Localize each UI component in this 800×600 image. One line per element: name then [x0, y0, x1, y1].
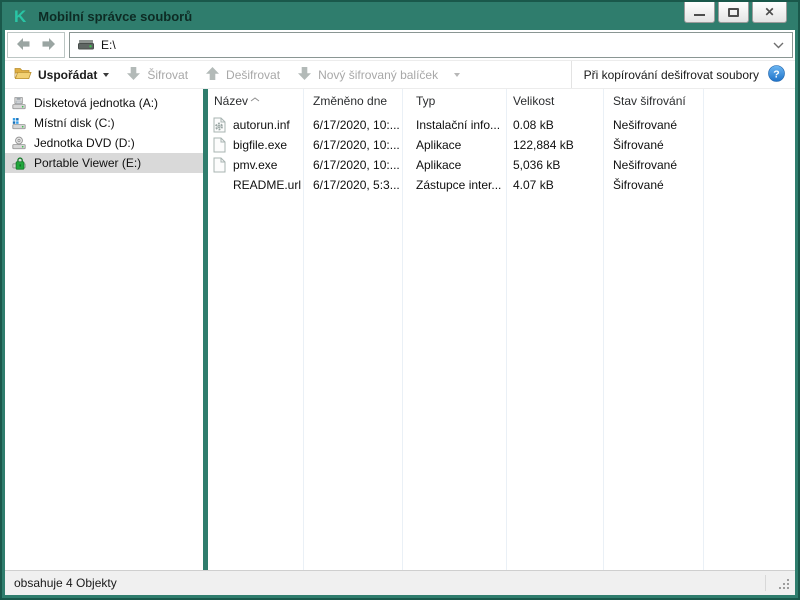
sidebar-item-label: Disketová jednotka (A:): [34, 96, 159, 110]
chevron-down-icon: [103, 72, 110, 77]
setup-information-file-icon: [212, 117, 226, 133]
file-encryption-status: Šifrované: [613, 178, 664, 192]
maximize-button[interactable]: [718, 2, 749, 23]
new-encrypted-package-button[interactable]: Nový šifrovaný balíček: [297, 66, 461, 84]
column-header-modified[interactable]: Změněno dne: [303, 94, 402, 108]
sidebar-item-label: Jednotka DVD (D:): [34, 136, 135, 150]
file-encryption-status: Šifrované: [613, 138, 664, 152]
new-encrypted-package-label: Nový šifrovaný balíček: [318, 67, 439, 82]
file-icon: [212, 137, 226, 153]
arrow-down-icon: [297, 66, 312, 84]
resize-grip[interactable]: [779, 579, 791, 591]
file-size: 122,884 kB: [513, 138, 574, 152]
file-rows: autorun.inf 6/17/2020, 10:... Instalační…: [208, 115, 795, 195]
minimize-icon: [694, 14, 705, 16]
minimize-button[interactable]: [684, 2, 715, 23]
file-encryption-status: Nešifrované: [613, 158, 678, 172]
sidebar-item-drive-c[interactable]: Místní disk (C:): [5, 113, 203, 133]
forward-button[interactable]: [40, 37, 56, 54]
sidebar-item-drive-d[interactable]: Jednotka DVD (D:): [5, 133, 203, 153]
file-name: autorun.inf: [233, 118, 290, 132]
dvd-drive-icon: [12, 135, 26, 151]
file-size: 0.08 kB: [513, 118, 554, 132]
column-header-name[interactable]: Název: [208, 94, 303, 108]
app-window: K Mobilní správce souborů ✕ E:\ Uspořáda…: [0, 0, 800, 600]
address-row: E:\: [5, 30, 795, 61]
file-modified: 6/17/2020, 10:...: [313, 138, 400, 152]
blank-icon: [212, 177, 226, 193]
file-type: Aplikace: [416, 158, 462, 172]
address-dropdown-button[interactable]: [773, 42, 784, 49]
file-modified: 6/17/2020, 5:3...: [313, 178, 400, 192]
titlebar[interactable]: K Mobilní správce souborů ✕: [5, 2, 795, 30]
sidebar-item-drive-a[interactable]: Disketová jednotka (A:): [5, 93, 203, 113]
file-name: bigfile.exe: [233, 138, 288, 152]
floppy-drive-icon: [12, 95, 26, 111]
file-type: Instalační info...: [416, 118, 501, 132]
file-name: README.url: [233, 178, 302, 192]
file-type: Aplikace: [416, 138, 462, 152]
encrypt-label: Šifrovat: [147, 67, 189, 82]
folder-icon: [14, 66, 32, 83]
table-row[interactable]: autorun.inf 6/17/2020, 10:... Instalační…: [208, 115, 795, 135]
table-row[interactable]: bigfile.exe 6/17/2020, 10:... Aplikace 1…: [208, 135, 795, 155]
local-disk-icon: [12, 115, 26, 131]
column-header-size[interactable]: Velikost: [506, 94, 603, 108]
file-icon: [212, 157, 226, 173]
window-controls: ✕: [684, 2, 787, 23]
address-value: E:\: [101, 38, 116, 52]
file-size: 4.07 kB: [513, 178, 554, 192]
decrypt-on-copy-label[interactable]: Při kopírování dešifrovat soubory: [584, 68, 759, 82]
drive-icon: [78, 37, 94, 53]
window-title: Mobilní správce souborů: [38, 8, 193, 24]
column-header-encryption-status[interactable]: Stav šifrování: [603, 94, 703, 108]
encrypted-drive-icon: [12, 155, 26, 171]
column-header-type[interactable]: Typ: [402, 94, 506, 108]
decrypt-label: Dešifrovat: [226, 67, 281, 82]
sidebar-item-label: Místní disk (C:): [34, 116, 115, 130]
sidebar-item-label: Portable Viewer (E:): [34, 156, 142, 170]
file-list: Název Změněno dne Typ Velikost Stav šifr…: [208, 89, 795, 570]
file-modified: 6/17/2020, 10:...: [313, 118, 400, 132]
arrow-down-icon: [126, 66, 141, 84]
back-button[interactable]: [16, 37, 32, 54]
status-bar: obsahuje 4 Objekty: [5, 570, 795, 595]
table-row[interactable]: pmv.exe 6/17/2020, 10:... Aplikace 5,036…: [208, 155, 795, 175]
help-icon[interactable]: ?: [768, 64, 785, 85]
maximize-icon: [728, 7, 739, 17]
file-name: pmv.exe: [233, 158, 278, 172]
drive-sidebar: Disketová jednotka (A:) Místní disk (C:)…: [5, 89, 203, 570]
decrypt-on-copy-option: Při kopírování dešifrovat soubory ?: [570, 61, 795, 88]
list-header: Název Změněno dne Typ Velikost Stav šifr…: [208, 89, 795, 113]
organize-button[interactable]: Uspořádat: [14, 66, 110, 83]
svg-text:?: ?: [773, 68, 779, 80]
chevron-down-icon: [454, 72, 461, 77]
status-divider: [765, 575, 766, 591]
navigation-buttons: [7, 32, 65, 58]
arrow-up-icon: [205, 66, 220, 84]
address-bar[interactable]: E:\: [69, 32, 793, 58]
file-type: Zástupce inter...: [416, 178, 502, 192]
organize-label: Uspořádat: [38, 67, 98, 82]
file-encryption-status: Nešifrované: [613, 118, 678, 132]
file-size: 5,036 kB: [513, 158, 561, 172]
encrypt-button[interactable]: Šifrovat: [126, 66, 188, 84]
close-icon: ✕: [764, 5, 775, 19]
main-area: Disketová jednotka (A:) Místní disk (C:)…: [5, 89, 795, 570]
file-modified: 6/17/2020, 10:...: [313, 158, 400, 172]
table-row[interactable]: README.url 6/17/2020, 5:3... Zástupce in…: [208, 175, 795, 195]
status-text: obsahuje 4 Objekty: [14, 576, 117, 590]
toolbar: Uspořádat Šifrovat Dešifrovat Nový šifro…: [5, 61, 795, 89]
decrypt-button[interactable]: Dešifrovat: [205, 66, 280, 84]
sidebar-item-drive-e[interactable]: Portable Viewer (E:): [5, 153, 203, 173]
close-button[interactable]: ✕: [752, 2, 787, 23]
window-content: E:\ Uspořádat Šifrovat Dešifrovat Nový š…: [5, 30, 795, 595]
kaspersky-logo-icon: K: [14, 6, 27, 26]
